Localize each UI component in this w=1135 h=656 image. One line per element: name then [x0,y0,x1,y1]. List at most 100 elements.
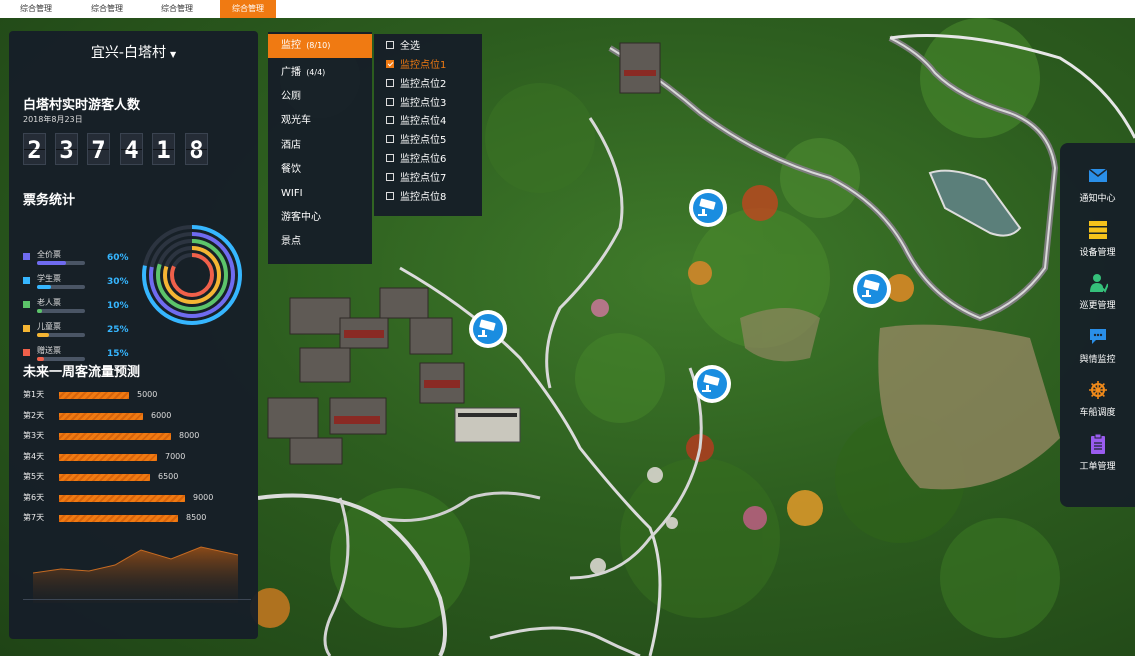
category-item[interactable]: 观光车 [268,109,372,133]
tab-integrated-3[interactable]: 综合管理 [149,0,205,18]
category-item[interactable]: WIFI [268,182,372,206]
ticket-bar-fill [37,261,66,265]
tool-clipboard-button[interactable]: 工单管理 [1060,433,1135,485]
monitor-point-checkbox[interactable]: 监控点位5 [386,133,446,149]
tool-label: 通知中心 [1079,194,1116,204]
tool-label: 车船调度 [1079,408,1116,418]
ticket-bar-track [37,261,85,265]
ticket-type-label: 全价票 [37,250,61,259]
monitor-point-checkbox[interactable]: 监控点位6 [386,152,446,168]
ship-wheel-icon [1089,381,1107,399]
left-stats-panel: 宜兴-白塔村 ▼ 白塔村实时游客人数 2018年8月23日 2 3 7 4 1 8… [9,31,258,639]
tool-label: 设备管理 [1079,247,1116,258]
monitor-point-checkbox[interactable]: 监控点位1 [386,58,446,74]
monitor-point-checkbox[interactable]: 监控点位3 [386,96,446,112]
category-count: (4/4) [306,68,326,77]
camera-marker-3[interactable] [469,310,507,348]
ticket-percent: 25% [107,325,129,335]
digit: 4 [120,133,143,165]
forecast-day-label: 第4天 [23,451,45,461]
category-item[interactable]: 游客中心 [268,206,372,230]
ticket-bar-fill [37,333,49,337]
forecast-row: 第1天 5000 [23,389,253,401]
surveillance-camera-icon [698,198,716,216]
clipboard-icon [1091,433,1105,454]
forecast-row: 第3天 8000 [23,430,253,442]
monitor-point-label: 监控点位7 [400,172,447,184]
select-all-label: 全选 [400,41,420,52]
location-name: 宜兴-白塔村 [90,45,166,61]
visitor-count-date: 2018年8月23日 [23,115,83,124]
digit: 7 [87,133,110,165]
tab-integrated-2[interactable]: 综合管理 [79,0,135,18]
select-all-checkbox[interactable]: 全选 [386,39,420,55]
ticket-type-label: 赠送票 [37,346,61,355]
forecast-day-label: 第3天 [23,431,45,440]
forecast-row: 第5天 6500 [23,471,253,483]
checkbox-icon [386,116,394,125]
monitor-point-label: 监控点位4 [400,116,447,128]
tool-mail-button[interactable]: 通知中心 [1060,165,1135,217]
surveillance-camera-icon [702,374,720,392]
category-label: 广播 [281,67,301,78]
top-tab-bar: 综合管理 综合管理 综合管理 综合管理 [0,0,1135,18]
forecast-bar [59,494,185,502]
ticket-percent: 10% [107,301,129,311]
category-label: 景点 [281,236,301,248]
camera-marker-2[interactable] [853,270,891,308]
digit: 8 [185,133,208,165]
tool-server-button[interactable]: 设备管理 [1060,219,1135,271]
forecast-bar [59,392,129,399]
category-item[interactable]: 景点 [268,230,372,254]
forecast-row: 第7天 8500 [23,512,253,524]
monitor-point-checkbox[interactable]: 监控点位8 [386,190,446,206]
category-item[interactable]: 酒店 [268,134,372,158]
camera-marker-1[interactable] [689,189,727,227]
forecast-day-label: 第5天 [23,472,45,481]
patrol-person-icon [1090,274,1108,293]
tool-patrol-person-button[interactable]: 巡更管理 [1060,272,1135,324]
category-item[interactable]: 餐饮 [268,158,372,182]
checkbox-icon [386,41,394,49]
category-label: 监控 [281,40,301,51]
tool-label: 舆情监控 [1079,354,1116,365]
checkbox-icon [386,172,394,181]
forecast-day-label: 第7天 [23,513,45,522]
forecast-value: 8500 [186,513,207,522]
monitor-point-menu: 全选 监控点位1 监控点位2 监控点位3 监控点位4 监控点位5 监控点位6 监控点位7 监控… [374,34,482,216]
surveillance-camera-icon [862,279,880,297]
ticket-type-label: 老人票 [37,298,61,307]
forecast-bar [59,433,171,440]
category-item[interactable]: 公厕 [268,85,372,109]
caret-down-icon: ▼ [169,50,177,59]
category-item[interactable]: 监控 (8/10) [268,34,372,58]
monitor-point-checkbox[interactable]: 监控点位7 [386,171,446,187]
forecast-value: 5000 [137,390,158,399]
digit: 1 [152,133,175,165]
monitor-point-checkbox[interactable]: 监控点位4 [386,114,446,130]
camera-marker-4[interactable] [693,365,731,403]
forecast-day-label: 第1天 [23,390,45,399]
digit: 2 [23,133,46,165]
ticket-ring-chart [137,220,247,330]
tool-ship-wheel-button[interactable]: 车船调度 [1060,379,1135,431]
ticket-type-label: 儿童票 [37,322,61,331]
category-label: 游客中心 [281,212,321,224]
monitor-point-checkbox[interactable]: 监控点位2 [386,77,446,93]
category-count: (8/10) [306,41,331,50]
tab-integrated-4-active[interactable]: 综合管理 [220,0,276,18]
forecast-bar [59,412,143,420]
ticket-percent: 15% [107,349,129,359]
category-item[interactable]: 广播 (4/4) [268,61,372,85]
tab-integrated-1[interactable]: 综合管理 [8,0,64,18]
ticket-row: 赠送票 15% [23,346,143,361]
legend-swatch [23,325,30,332]
forecast-row: 第2天 6000 [23,410,253,422]
chat-icon [1090,328,1106,344]
ticket-percent: 30% [107,277,129,287]
forecast-row: 第6天 9000 [23,492,253,504]
forecast-bar [59,515,178,522]
tool-chat-button[interactable]: 舆情监控 [1060,326,1135,378]
right-tool-panel: 通知中心设备管理巡更管理舆情监控车船调度工单管理 [1060,143,1135,507]
location-selector[interactable]: 宜兴-白塔村 ▼ [9,31,258,75]
